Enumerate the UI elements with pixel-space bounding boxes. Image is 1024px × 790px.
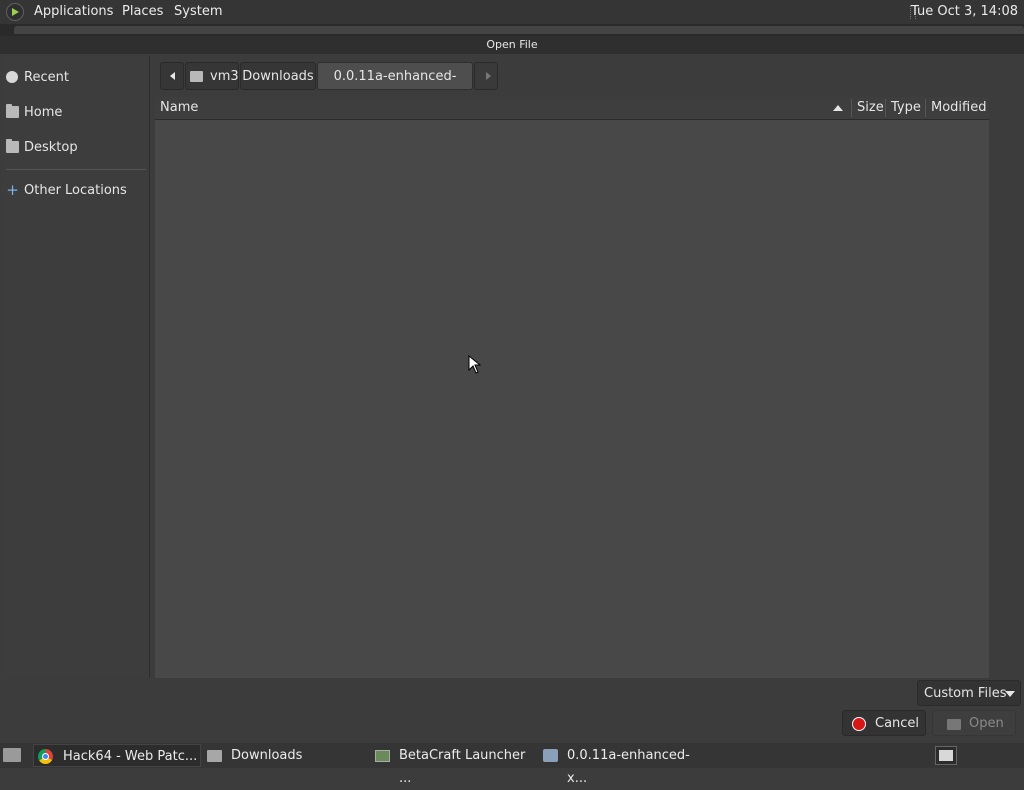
open-label: Open [969, 716, 1004, 731]
cancel-button[interactable]: Cancel [842, 710, 926, 736]
sidebar-item-label: Recent [24, 70, 69, 85]
sidebar-separator [6, 169, 146, 170]
clock[interactable]: Tue Oct 3, 14:08 [911, 0, 1018, 24]
cancel-label: Cancel [875, 716, 920, 731]
sidebar-item-recent[interactable]: Recent [4, 65, 144, 91]
sidebar-item-other-locations[interactable]: + Other Locations [4, 178, 144, 204]
chevron-down-icon [1005, 691, 1015, 697]
task-hack64[interactable]: Hack64 - Web Patc... [33, 744, 201, 767]
sidebar-item-home[interactable]: Home [4, 100, 144, 126]
menu-system[interactable]: System [174, 0, 222, 24]
sidebar-item-label: Home [24, 105, 63, 120]
chevron-right-icon [486, 72, 491, 80]
show-desktop-icon[interactable] [3, 748, 21, 762]
path-back-button[interactable] [160, 62, 184, 90]
path-crumb-downloads[interactable]: Downloads [240, 62, 316, 90]
path-crumb-vm3[interactable]: vm3 [185, 62, 239, 90]
home-folder-icon [6, 104, 19, 118]
task-label: Hack64 - Web Patc... [63, 749, 198, 764]
task-label: BetaCraft Launcher ... [399, 748, 526, 786]
column-divider [885, 99, 886, 117]
dialog-title: Open File [0, 36, 1024, 54]
sidebar-item-label: Desktop [24, 140, 78, 155]
home-folder-icon [190, 71, 203, 82]
file-dialog-icon [543, 749, 558, 762]
open-folder-icon [947, 719, 961, 730]
desktop-folder-icon [6, 139, 19, 153]
task-label: 0.0.11a-enhanced-x... [567, 748, 690, 786]
file-list[interactable] [155, 120, 989, 678]
menu-applications[interactable]: Applications [34, 0, 113, 24]
column-type[interactable]: Type [891, 97, 921, 119]
crumb-label: vm3 [210, 69, 239, 84]
column-name[interactable]: Name [160, 97, 198, 119]
sort-ascending-icon [833, 105, 843, 111]
folder-icon [207, 750, 222, 762]
menu-places[interactable]: Places [122, 0, 163, 24]
task-label: Downloads [231, 748, 303, 763]
filter-label: Custom Files [924, 686, 1007, 701]
workspace-icon [939, 750, 953, 761]
column-modified[interactable]: Modified [931, 97, 986, 119]
sidebar-item-desktop[interactable]: Desktop [4, 135, 144, 161]
chevron-left-icon [170, 72, 175, 80]
task-downloads[interactable]: Downloads [203, 744, 369, 767]
app-menu-logo-icon[interactable] [6, 3, 24, 21]
task-open-file-dialog[interactable]: 0.0.11a-enhanced-x... [539, 744, 705, 786]
app-icon [375, 750, 390, 762]
cancel-icon [852, 717, 866, 731]
plus-icon: + [6, 181, 19, 199]
path-forward-button[interactable] [474, 62, 498, 90]
column-divider [851, 99, 852, 117]
column-size[interactable]: Size [857, 97, 884, 119]
sidebar-item-label: Other Locations [24, 183, 127, 198]
mouse-cursor-icon [468, 355, 482, 374]
background-window-titlebar [14, 26, 1024, 34]
recent-icon [6, 71, 18, 83]
chrome-icon [38, 749, 53, 764]
task-betacraft[interactable]: BetaCraft Launcher ... [371, 744, 537, 786]
file-filter-dropdown[interactable]: Custom Files [917, 680, 1021, 706]
path-crumb-current[interactable]: 0.0.11a-enhanced-xdelta [317, 62, 473, 112]
column-divider [925, 99, 926, 117]
list-scroll-gutter [989, 97, 1024, 678]
open-button[interactable]: Open [932, 710, 1016, 736]
workspace-switcher[interactable] [935, 746, 957, 765]
